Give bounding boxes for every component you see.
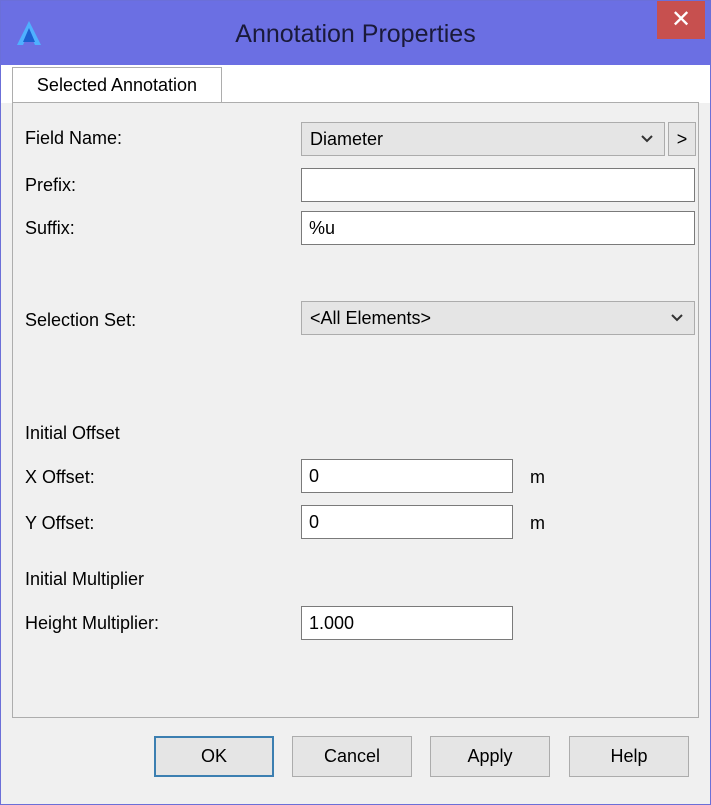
y-offset-input[interactable]: 0 xyxy=(301,505,513,539)
selection-set-value: <All Elements> xyxy=(310,308,432,328)
close-button[interactable]: ✕ xyxy=(657,1,705,39)
field-name-dropdown[interactable]: Diameter xyxy=(301,122,665,156)
selection-set-label: Selection Set: xyxy=(25,310,137,330)
cancel-button[interactable]: Cancel xyxy=(292,736,412,777)
height-multiplier-input[interactable]: 1.000 xyxy=(301,606,513,640)
height-multiplier-label: Height Multiplier: xyxy=(25,613,160,633)
prefix-input[interactable] xyxy=(301,168,695,202)
tab-selected-annotation[interactable]: Selected Annotation xyxy=(12,67,222,103)
help-button[interactable]: Help xyxy=(569,736,689,777)
field-name-value: Diameter xyxy=(310,129,384,149)
apply-button[interactable]: Apply xyxy=(430,736,550,777)
selection-set-dropdown[interactable]: <All Elements> xyxy=(301,301,695,335)
title-bar[interactable]: Annotation Properties ✕ xyxy=(1,1,710,65)
tab-panel: Field Name: Diameter > Prefix: Suffix: %… xyxy=(12,102,699,718)
tab-strip: Selected Annotation xyxy=(1,65,710,103)
field-name-label: Field Name: xyxy=(25,128,123,148)
suffix-label: Suffix: xyxy=(25,218,75,238)
initial-multiplier-heading: Initial Multiplier xyxy=(25,569,145,589)
close-icon: ✕ xyxy=(670,6,692,33)
prefix-label: Prefix: xyxy=(25,175,77,195)
y-offset-unit: m xyxy=(530,513,545,533)
chevron-down-icon xyxy=(641,135,653,143)
annotation-properties-dialog: Annotation Properties ✕ Selected Annotat… xyxy=(0,0,711,805)
initial-offset-heading: Initial Offset xyxy=(25,423,120,443)
chevron-down-icon xyxy=(671,314,683,322)
y-offset-label: Y Offset: xyxy=(25,513,95,533)
ok-button[interactable]: OK xyxy=(154,736,274,777)
x-offset-label: X Offset: xyxy=(25,467,95,487)
window-title: Annotation Properties xyxy=(235,20,476,48)
suffix-input[interactable]: %u xyxy=(301,211,695,245)
x-offset-input[interactable]: 0 xyxy=(301,459,513,493)
x-offset-unit: m xyxy=(530,467,545,487)
field-name-more-button[interactable]: > xyxy=(668,122,696,156)
